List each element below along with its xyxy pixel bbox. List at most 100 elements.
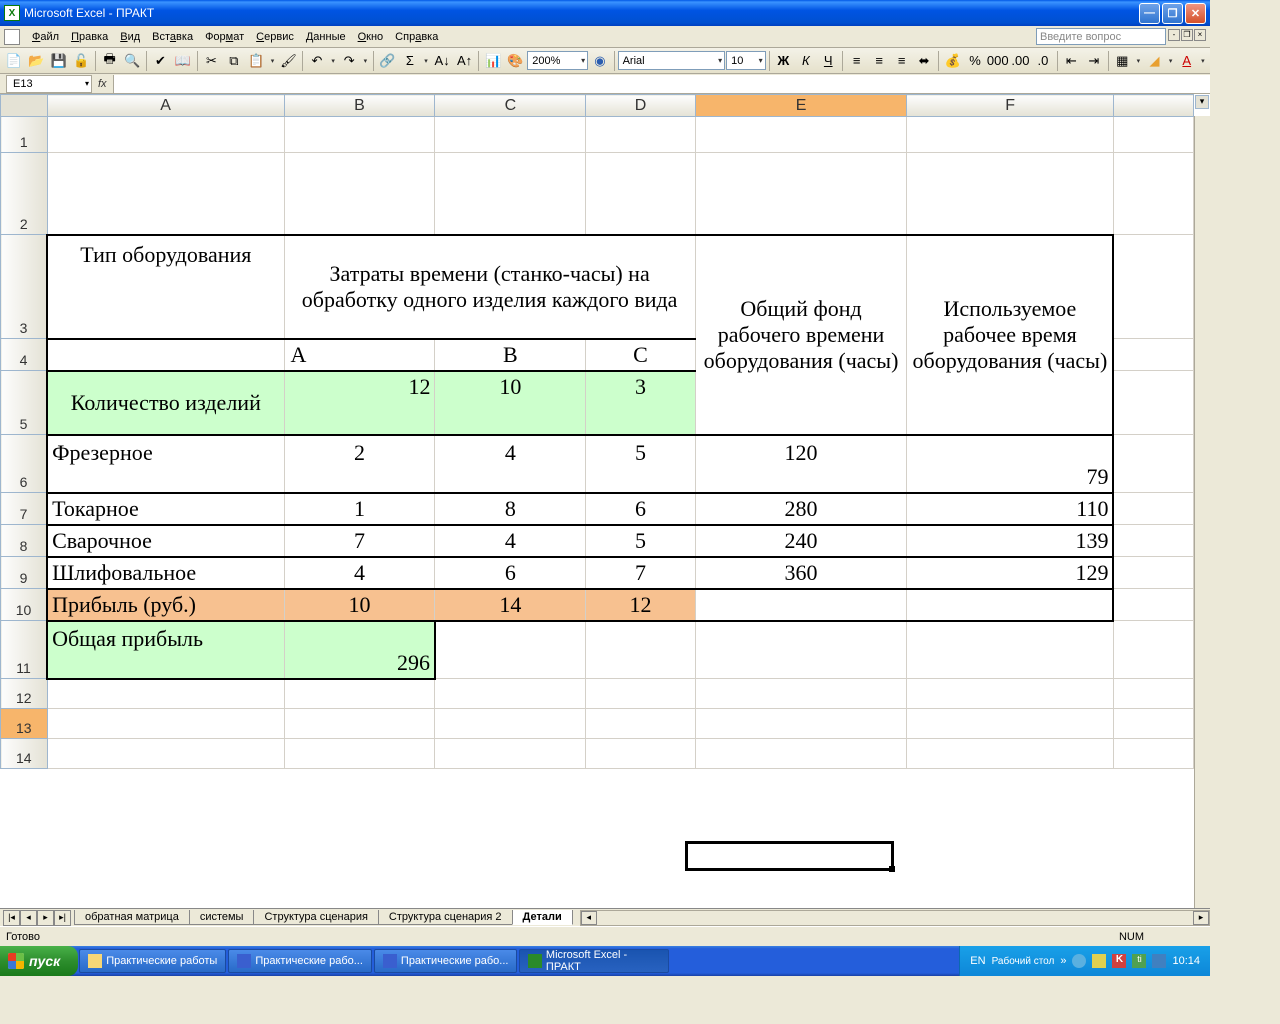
row-header[interactable]: 7 [1, 493, 48, 525]
sort-asc-icon[interactable]: A↓ [431, 50, 452, 72]
cell[interactable]: 120 [695, 435, 907, 493]
tab-nav-first-icon[interactable]: |◂ [3, 910, 20, 926]
print-icon[interactable]: 🖶 [99, 50, 120, 72]
fill-dropdown[interactable]: ▾ [1166, 57, 1175, 65]
zoom-combo[interactable]: 200% [527, 51, 588, 70]
font-combo[interactable]: Arial [618, 51, 726, 70]
menu-view[interactable]: Вид [114, 29, 146, 45]
cell[interactable]: 6 [435, 557, 586, 589]
cell[interactable]: Сварочное [47, 525, 284, 557]
spelling-icon[interactable]: ✔ [150, 50, 171, 72]
cell[interactable]: 10 [435, 371, 586, 435]
underline-icon[interactable]: Ч [818, 50, 839, 72]
row-header[interactable]: 5 [1, 371, 48, 435]
new-doc-icon[interactable]: 📄 [3, 50, 24, 72]
cell[interactable]: 5 [586, 525, 695, 557]
start-button[interactable]: пуск [0, 946, 78, 976]
font-size-combo[interactable]: 10 [726, 51, 765, 70]
permission-icon[interactable]: 🔓 [70, 50, 91, 72]
tray-icon[interactable]: K [1112, 954, 1126, 968]
research-icon[interactable]: 📖 [172, 50, 193, 72]
merge-center-icon[interactable]: ⬌ [913, 50, 934, 72]
cell[interactable]: 4 [284, 557, 435, 589]
undo-dropdown[interactable]: ▾ [329, 57, 338, 65]
doc-minimize-button[interactable]: - [1168, 29, 1180, 41]
cell[interactable]: 10 [284, 589, 435, 621]
spreadsheet-grid[interactable]: A B C D E F 1 2 3 Тип оборудования Затра… [0, 94, 1210, 908]
cell[interactable]: 12 [284, 371, 435, 435]
save-icon[interactable]: 💾 [48, 50, 69, 72]
row-header[interactable]: 13 [1, 709, 48, 739]
cell[interactable]: 280 [695, 493, 907, 525]
show-desktop[interactable]: Рабочий стол [992, 956, 1055, 967]
menu-service[interactable]: Сервис [250, 29, 300, 45]
help-question-input[interactable] [1036, 28, 1166, 45]
cell[interactable] [435, 621, 586, 679]
cell[interactable]: С [586, 339, 695, 371]
align-right-icon[interactable]: ≡ [891, 50, 912, 72]
clock[interactable]: 10:14 [1172, 955, 1200, 967]
cell[interactable] [695, 621, 907, 679]
redo-icon[interactable]: ↷ [339, 50, 360, 72]
taskbar-item[interactable]: Практические рабо... [228, 949, 372, 973]
col-header-d[interactable]: D [586, 95, 695, 117]
tray-icon[interactable]: ti [1132, 954, 1146, 968]
menu-file[interactable]: Файл [26, 29, 65, 45]
cell[interactable]: 4 [435, 525, 586, 557]
tab-nav-prev-icon[interactable]: ◂ [20, 910, 37, 926]
cell[interactable]: 240 [695, 525, 907, 557]
col-header-c[interactable]: C [435, 95, 586, 117]
cell[interactable]: 139 [907, 525, 1114, 557]
select-all-corner[interactable] [1, 95, 48, 117]
col-header-f[interactable]: F [907, 95, 1114, 117]
chart-wizard-icon[interactable]: 📊 [482, 50, 503, 72]
cell[interactable]: 8 [435, 493, 586, 525]
comma-icon[interactable]: 000 [987, 50, 1009, 72]
cell[interactable]: Тип оборудования [47, 235, 284, 339]
cell[interactable]: Шлифовальное [47, 557, 284, 589]
cell[interactable] [695, 589, 907, 621]
currency-icon[interactable]: 💰 [942, 50, 963, 72]
cell[interactable]: 2 [284, 435, 435, 493]
cell[interactable]: Токарное [47, 493, 284, 525]
italic-icon[interactable]: К [795, 50, 816, 72]
sheet-tab[interactable]: обратная матрица [74, 910, 190, 925]
horizontal-scrollbar[interactable]: ◂▸ [580, 910, 1210, 926]
sheet-tab-active[interactable]: Детали [512, 910, 573, 925]
hyperlink-icon[interactable]: 🔗 [377, 50, 398, 72]
decrease-indent-icon[interactable]: ⇤ [1061, 50, 1082, 72]
decrease-decimal-icon[interactable]: .0 [1032, 50, 1053, 72]
cell[interactable]: 7 [284, 525, 435, 557]
taskbar-item[interactable]: Практические работы [79, 949, 226, 973]
drawing-icon[interactable]: 🎨 [505, 50, 526, 72]
fill-color-icon[interactable]: ◢ [1144, 50, 1165, 72]
borders-dropdown[interactable]: ▾ [1134, 57, 1143, 65]
cell[interactable]: А [284, 339, 435, 371]
taskbar-item[interactable]: Практические рабо... [374, 949, 518, 973]
row-header[interactable]: 1 [1, 117, 48, 153]
cell[interactable]: 6 [586, 493, 695, 525]
cell[interactable]: 360 [695, 557, 907, 589]
paste-icon[interactable]: 📋 [246, 50, 267, 72]
tab-nav-last-icon[interactable]: ▸| [54, 910, 71, 926]
cell[interactable] [907, 589, 1114, 621]
formula-input[interactable] [113, 75, 1210, 93]
row-header[interactable]: 10 [1, 589, 48, 621]
help-icon[interactable]: ◉ [589, 50, 610, 72]
language-indicator[interactable]: EN [970, 955, 985, 967]
doc-restore-button[interactable]: ❐ [1181, 29, 1193, 41]
row-header[interactable]: 14 [1, 739, 48, 769]
system-tray[interactable]: EN Рабочий стол » K ti 10:14 [959, 946, 1210, 976]
font-color-dropdown[interactable]: ▾ [1198, 57, 1207, 65]
row-header[interactable]: 8 [1, 525, 48, 557]
align-left-icon[interactable]: ≡ [846, 50, 867, 72]
row-header[interactable]: 9 [1, 557, 48, 589]
row-header[interactable]: 11 [1, 621, 48, 679]
cell[interactable]: Затраты времени (станко-часы) на обработ… [284, 235, 695, 339]
sort-desc-icon[interactable]: A↑ [454, 50, 475, 72]
cell[interactable]: Используемое рабочее время оборудования … [907, 235, 1114, 435]
tab-nav-next-icon[interactable]: ▸ [37, 910, 54, 926]
name-box[interactable]: E13 [6, 75, 92, 93]
cell[interactable]: 3 [586, 371, 695, 435]
cell[interactable] [47, 339, 284, 371]
